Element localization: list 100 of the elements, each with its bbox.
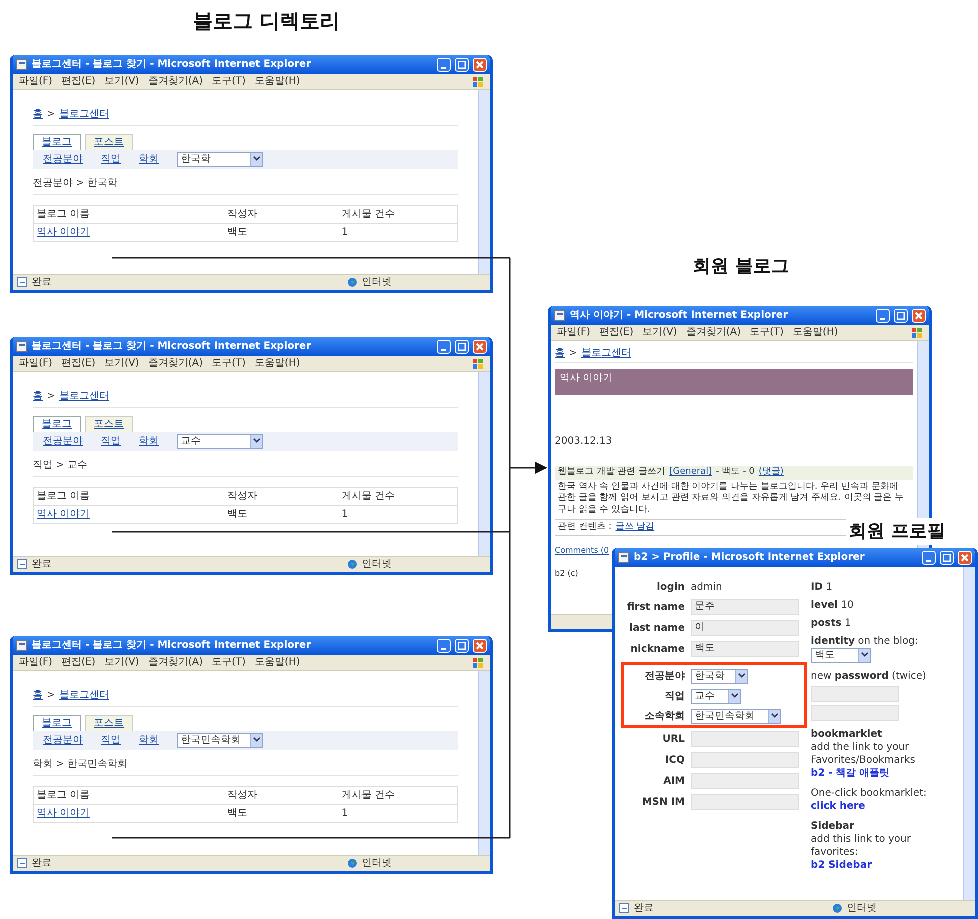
maximize-button[interactable] (894, 308, 908, 322)
menu-item[interactable]: 보기(V) (104, 656, 140, 669)
scrollbar[interactable] (478, 372, 490, 556)
filter-link[interactable]: 직업 (101, 734, 121, 747)
flag-icon (472, 656, 484, 668)
breadcrumb-link[interactable]: 블로그센터 (581, 347, 632, 360)
filter-link[interactable]: 전공분야 (43, 153, 83, 166)
field-label: URL (662, 734, 685, 744)
breadcrumb-link[interactable]: 홈 (33, 390, 43, 403)
tab[interactable]: 포스트 (85, 134, 133, 150)
input-field[interactable]: 백도 (691, 641, 799, 657)
menu-item[interactable]: 즐겨찾기(A) (686, 326, 741, 339)
minimize-button[interactable] (922, 550, 936, 564)
menu-item[interactable]: 편집(E) (62, 656, 96, 669)
menu-item[interactable]: 편집(E) (62, 357, 96, 370)
menu-item[interactable]: 파일(F) (557, 326, 591, 339)
filter-link[interactable]: 학회 (139, 435, 159, 448)
maximize-button[interactable] (455, 340, 469, 354)
menu-item[interactable]: 편집(E) (62, 75, 96, 88)
breadcrumb-link[interactable]: 홈 (33, 108, 43, 121)
minimize-button[interactable] (876, 308, 890, 322)
close-button[interactable] (912, 308, 926, 322)
menu-item[interactable]: 도구(T) (212, 357, 246, 370)
close-icon (476, 60, 484, 68)
breadcrumb-link[interactable]: 홈 (33, 689, 43, 702)
blog-link[interactable]: 역사 이야기 (37, 808, 90, 819)
bookmarklet-link[interactable]: b2 - 책갈 애플릿 (811, 767, 957, 780)
minimize-button[interactable] (437, 638, 451, 652)
menu-item[interactable]: 도구(T) (212, 75, 246, 88)
maximize-button[interactable] (455, 638, 469, 652)
related-link[interactable]: 글쓰 남김 (616, 522, 655, 534)
bookmarklet-link[interactable]: b2 Sidebar (811, 859, 957, 872)
menu-item[interactable]: 보기(V) (642, 326, 678, 339)
menu-item[interactable]: 즐겨찾기(A) (148, 656, 203, 669)
menu-item[interactable]: 보기(V) (104, 357, 140, 370)
menu-item[interactable]: 즐겨찾기(A) (148, 75, 203, 88)
dropdown-field[interactable]: 한국학 (177, 152, 263, 167)
menu-item[interactable]: 도움말(H) (792, 326, 838, 339)
input-field[interactable]: 문주 (691, 599, 799, 615)
filter-link[interactable]: 전공분야 (43, 734, 83, 747)
menu-item[interactable]: 도움말(H) (254, 75, 300, 88)
maximize-button[interactable] (455, 58, 469, 72)
input-field[interactable] (691, 773, 799, 789)
blog-link[interactable]: 역사 이야기 (37, 509, 90, 520)
tab[interactable]: 블로그 (33, 416, 81, 432)
menu-item[interactable]: 파일(F) (19, 75, 53, 88)
breadcrumb-link[interactable]: 블로그센터 (59, 390, 110, 403)
bookmarklet-link[interactable]: click here (811, 800, 957, 813)
menu-item[interactable]: 파일(F) (19, 357, 53, 370)
minimize-button[interactable] (437, 58, 451, 72)
input-field[interactable] (691, 752, 799, 768)
input-field[interactable] (691, 794, 799, 810)
menu-item[interactable]: 도움말(H) (254, 656, 300, 669)
maximize-icon (943, 554, 951, 562)
table-cell: 1 (338, 506, 458, 524)
tab[interactable]: 블로그 (33, 134, 81, 150)
tab[interactable]: 포스트 (85, 715, 133, 731)
menu-item[interactable]: 파일(F) (19, 656, 53, 669)
menu-item[interactable]: 보기(V) (104, 75, 140, 88)
menu-item[interactable]: 도구(T) (212, 656, 246, 669)
filter-link[interactable]: 직업 (101, 153, 121, 166)
breadcrumb-link[interactable]: 블로그센터 (59, 108, 110, 121)
password-field[interactable] (811, 686, 899, 702)
dropdown-field[interactable]: 한국민속학회 (177, 733, 263, 748)
minimize-button[interactable] (437, 340, 451, 354)
menu-item[interactable]: 편집(E) (600, 326, 634, 339)
help-text: add this link to your favorites: (811, 833, 912, 859)
dropdown-field[interactable]: 한국민속학회 (691, 709, 781, 724)
filter-link[interactable]: 학회 (139, 153, 159, 166)
maximize-button[interactable] (940, 550, 954, 564)
scrollbar[interactable] (963, 567, 975, 900)
minimize-icon (441, 348, 446, 350)
filter-link[interactable]: 전공분야 (43, 435, 83, 448)
tab[interactable]: 블로그 (33, 715, 81, 731)
section-title: Sidebar (811, 820, 856, 833)
menu-item[interactable]: 즐겨찾기(A) (148, 357, 203, 370)
blog-link[interactable]: 역사 이야기 (37, 227, 90, 238)
menu-item[interactable]: 도구(T) (750, 326, 784, 339)
close-button[interactable] (958, 550, 972, 564)
close-button[interactable] (473, 638, 487, 652)
breadcrumb-link[interactable]: 블로그센터 (59, 689, 110, 702)
input-field[interactable]: 이 (691, 620, 799, 636)
scrollbar[interactable] (478, 671, 490, 855)
scrollbar[interactable] (478, 90, 490, 274)
close-button[interactable] (473, 58, 487, 72)
menu-item[interactable]: 도움말(H) (254, 357, 300, 370)
post-link[interactable]: (댓글) (758, 467, 784, 479)
dropdown-field[interactable]: 교수 (177, 434, 263, 449)
dropdown-field[interactable]: 교수 (691, 689, 741, 704)
filter-link[interactable]: 학회 (139, 734, 159, 747)
dropdown-field[interactable]: 백도 (811, 648, 871, 663)
dropdown-field[interactable]: 한국학 (691, 669, 748, 684)
post-link[interactable]: [General] (670, 467, 712, 479)
filter-link[interactable]: 직업 (101, 435, 121, 448)
comments-link[interactable]: Comments (0 (555, 546, 610, 557)
tab[interactable]: 포스트 (85, 416, 133, 432)
breadcrumb-link[interactable]: 홈 (555, 347, 565, 360)
password-field[interactable] (811, 705, 899, 721)
input-field[interactable] (691, 731, 799, 747)
close-button[interactable] (473, 340, 487, 354)
